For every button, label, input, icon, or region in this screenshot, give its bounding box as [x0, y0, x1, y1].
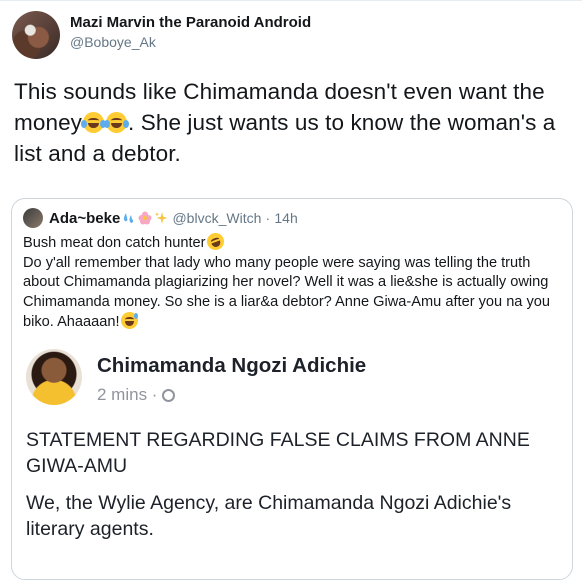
- quoted-tweet-card[interactable]: Ada~beke @blvck_Witch · 14h Bush meat do…: [11, 198, 573, 580]
- globe-icon: [162, 389, 176, 402]
- tweet-author[interactable]: Mazi Marvin the Paranoid Android @Boboye…: [70, 13, 311, 52]
- fb-statement-paragraph: We, the Wylie Agency, are Chimamanda Ngo…: [26, 492, 512, 540]
- rofl-emoji: [204, 230, 226, 253]
- tweet-text: This sounds like Chimamanda doesn't even…: [14, 76, 570, 169]
- author-display-name[interactable]: Mazi Marvin the Paranoid Android: [70, 13, 311, 33]
- fb-post-time: 2 mins ·: [97, 385, 176, 405]
- sweat-smile-emoji: [120, 312, 138, 330]
- sparkles-emoji: [155, 212, 168, 224]
- attached-facebook-screenshot[interactable]: Chimamanda Ngozi Adichie 2 mins · STATEM…: [17, 330, 567, 579]
- author-avatar[interactable]: [12, 11, 60, 59]
- blossom-emoji: [138, 211, 152, 225]
- quoted-author-name: Ada~beke: [49, 210, 121, 227]
- fb-profile-name: Chimamanda Ngozi Adichie: [97, 354, 367, 377]
- tears-of-joy-emoji: [81, 112, 107, 133]
- quoted-tweet-text: Bush meat don catch hunter Do y'all reme…: [23, 230, 563, 333]
- author-handle[interactable]: @Boboye_Ak: [70, 33, 311, 52]
- quoted-author-avatar: [23, 208, 43, 228]
- fb-profile-avatar: [26, 349, 82, 405]
- quoted-tweet-time: 14h: [274, 210, 298, 226]
- sweat-droplets-emoji: [124, 213, 134, 223]
- tears-of-joy-emoji: [104, 112, 130, 133]
- quoted-line-1: Bush meat don catch hunter: [23, 235, 206, 251]
- fb-time-text: 2 mins ·: [97, 385, 158, 404]
- top-divider: [0, 0, 582, 1]
- quoted-author-handle: @blvck_Witch: [172, 210, 262, 226]
- quoted-tweet-header: Ada~beke @blvck_Witch · 14h: [23, 208, 298, 228]
- meta-separator: ·: [265, 210, 271, 226]
- fb-statement-heading: STATEMENT REGARDING FALSE CLAIMS FROM AN…: [26, 429, 530, 477]
- quoted-body: Do y'all remember that lady who many peo…: [23, 254, 551, 331]
